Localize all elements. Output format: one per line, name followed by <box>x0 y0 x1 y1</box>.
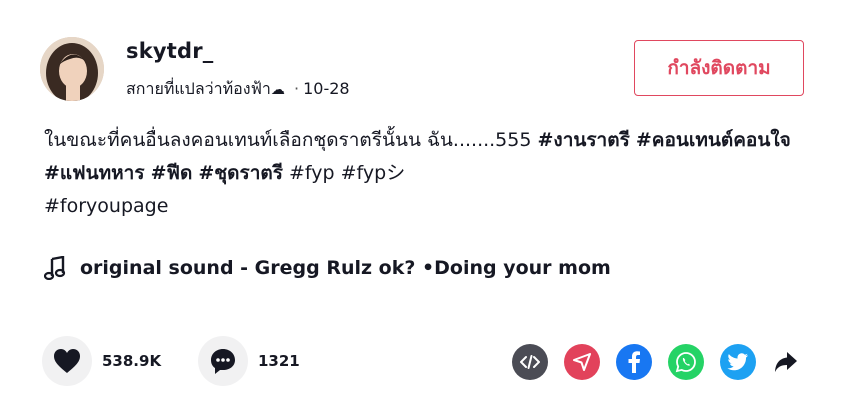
send-button[interactable] <box>564 344 600 380</box>
hashtag-link[interactable]: #งานราตรี <box>538 129 630 151</box>
separator: · <box>293 79 300 98</box>
cloud-icon: ☁ <box>270 82 285 98</box>
caption: ในขณะที่คนอื่นลงคอนเทนท์เลือกชุดราตรีนั้… <box>44 124 814 223</box>
following-button[interactable]: กำลังติดตาม <box>634 40 804 96</box>
comment-icon <box>211 349 235 374</box>
post-header: skytdr_ สกายที่แปลว่าท้องฟ้า☁ · 10-28 กำล… <box>40 37 804 103</box>
send-icon <box>573 353 591 371</box>
facebook-icon <box>628 351 640 373</box>
twitter-icon <box>727 353 748 371</box>
like-action: 538.9K <box>42 336 161 386</box>
hashtag-link[interactable]: #fyp <box>289 162 335 184</box>
comment-action: 1321 <box>198 336 300 386</box>
twitter-button[interactable] <box>720 344 756 380</box>
whatsapp-icon <box>675 352 696 373</box>
like-count: 538.9K <box>102 352 162 370</box>
action-bar: 538.9K 1321 <box>42 336 812 386</box>
music-link[interactable]: original sound - Gregg Rulz ok? •Doing y… <box>44 254 611 282</box>
share-button[interactable] <box>768 344 804 380</box>
embed-button[interactable] <box>512 344 548 380</box>
comment-count: 1321 <box>258 352 300 370</box>
hashtag-link[interactable]: #แฟนทหาร <box>44 162 145 184</box>
nickname: สกายที่แปลว่าท้องฟ้า <box>126 79 271 98</box>
hashtag-link[interactable]: #ชุดราตรี <box>198 162 283 184</box>
hashtag-link[interactable]: #คอนเทนต์คอนใจ <box>636 129 791 151</box>
whatsapp-button[interactable] <box>668 344 704 380</box>
share-arrow-icon <box>775 352 797 372</box>
hashtag-link[interactable]: #ฟีด <box>151 162 193 184</box>
facebook-button[interactable] <box>616 344 652 380</box>
author-subline: สกายที่แปลว่าท้องฟ้า☁ · 10-28 <box>126 77 350 102</box>
post-date: 10-28 <box>303 79 350 98</box>
username[interactable]: skytdr_ <box>126 39 213 63</box>
heart-icon <box>54 349 80 373</box>
embed-icon <box>520 355 540 369</box>
caption-text: ในขณะที่คนอื่นลงคอนเทนท์เลือกชุดราตรีนั้… <box>44 129 538 151</box>
like-button[interactable] <box>42 336 92 386</box>
avatar[interactable] <box>40 37 104 101</box>
hashtag-link[interactable]: #foryoupage <box>44 195 168 217</box>
hashtag-link[interactable]: #fypシ <box>341 162 406 184</box>
comment-button[interactable] <box>198 336 248 386</box>
music-note-icon <box>44 256 66 280</box>
music-label: original sound - Gregg Rulz ok? •Doing y… <box>80 257 611 279</box>
